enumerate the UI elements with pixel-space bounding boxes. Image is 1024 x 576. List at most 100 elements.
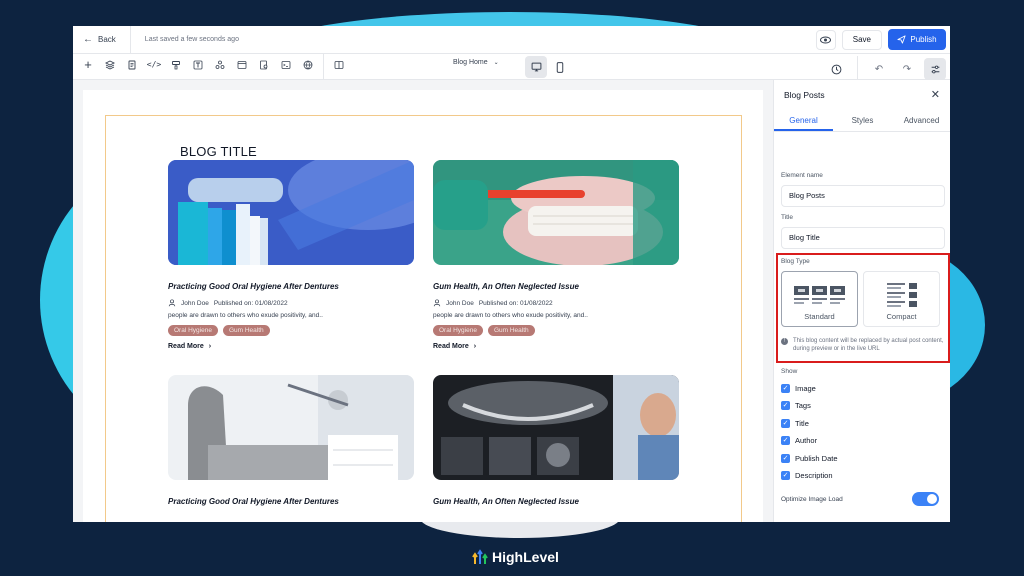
show-description-label: Description	[795, 471, 833, 480]
chevron-right-icon: ›	[208, 343, 212, 350]
show-publish-date-label: Publish Date	[795, 454, 838, 463]
clock-icon	[831, 64, 841, 74]
chevron-down-icon: ⌄	[493, 60, 499, 66]
blog-type-compact[interactable]: Compact	[863, 271, 940, 327]
show-author-checkbox[interactable]: ✓ Author	[781, 436, 817, 445]
blog-post-card[interactable]: Gum Health, An Often Neglected Issue	[433, 375, 681, 506]
post-date: Published on: 01/08/2022	[478, 299, 553, 307]
checkmark-icon: ✓	[781, 436, 790, 445]
settings-panel: Blog Posts ✕ General Styles Advanced Ele…	[773, 80, 950, 522]
element-name-input[interactable]: Blog Posts	[781, 185, 945, 207]
desktop-view-button[interactable]	[525, 56, 547, 78]
panel-title: Blog Posts	[784, 90, 825, 100]
globe-icon	[303, 60, 313, 69]
globe-button[interactable]	[297, 54, 319, 76]
read-more-link[interactable]: Read More ›	[168, 343, 416, 350]
show-publish-date-checkbox[interactable]: ✓ Publish Date	[781, 454, 838, 463]
divider	[323, 53, 324, 80]
post-meta: John Doe Published on: 01/08/2022	[168, 299, 416, 307]
tag-gum-health[interactable]: Gum Health	[222, 325, 270, 336]
code-button[interactable]: </>	[143, 54, 165, 76]
text-button[interactable]	[187, 54, 209, 76]
post-image	[433, 160, 679, 265]
highlevel-logo: HighLevel	[472, 549, 559, 565]
title-label: Title	[781, 214, 794, 221]
post-image	[168, 160, 414, 265]
tag-oral-hygiene[interactable]: Oral Hygiene	[433, 325, 483, 336]
tab-advanced[interactable]: Advanced	[892, 112, 950, 131]
post-description: people are drawn to others who exude pos…	[433, 312, 588, 319]
page-select[interactable]: Blog Home ⌄	[453, 59, 499, 66]
columns-icon	[334, 60, 344, 69]
tag-gum-health[interactable]: Gum Health	[487, 325, 535, 336]
add-element-button[interactable]: +	[77, 54, 99, 76]
settings-panel-button[interactable]	[924, 58, 946, 80]
publish-button[interactable]: Publish	[888, 29, 946, 50]
read-more-link[interactable]: Read More ›	[433, 343, 681, 350]
redo-button[interactable]: ↷	[896, 58, 918, 80]
show-description-checkbox[interactable]: ✓ Description	[781, 471, 833, 480]
section-button[interactable]	[231, 54, 253, 76]
blog-type-compact-label: Compact	[886, 312, 917, 321]
blog-post-card[interactable]: Gum Health, An Often Neglected Issue Joh…	[433, 160, 681, 350]
pages-button[interactable]	[121, 54, 143, 76]
blog-type-standard[interactable]: Standard	[781, 271, 858, 327]
blog-button[interactable]	[253, 54, 275, 76]
layers-button[interactable]	[99, 54, 121, 76]
phone-icon	[556, 61, 564, 73]
info-note: ! This blog content will be replaced by …	[781, 337, 946, 353]
eye-icon	[820, 36, 832, 43]
post-title[interactable]: Gum Health, An Often Neglected Issue	[433, 497, 681, 506]
post-author: John Doe	[181, 299, 209, 307]
terminal-button[interactable]	[275, 54, 297, 76]
show-image-checkbox[interactable]: ✓ Image	[781, 384, 816, 393]
save-button[interactable]: Save	[841, 29, 882, 50]
post-image	[433, 375, 679, 480]
post-title[interactable]: Practicing Good Oral Hygiene After Dentu…	[168, 282, 416, 291]
publish-label: Publish	[910, 35, 937, 44]
arrow-left-icon: ←	[83, 34, 93, 45]
back-label: Back	[98, 35, 116, 44]
close-panel-button[interactable]: ✕	[931, 88, 940, 101]
checkmark-icon: ✓	[781, 384, 790, 393]
history-button[interactable]	[825, 58, 847, 80]
blog-post-card[interactable]: Practicing Good Oral Hygiene After Dentu…	[168, 375, 416, 506]
read-more-label: Read More	[433, 343, 469, 350]
back-button[interactable]: ← Back	[83, 34, 116, 45]
mobile-view-button[interactable]	[549, 56, 571, 78]
split-view-button[interactable]	[328, 54, 350, 76]
show-tags-checkbox[interactable]: ✓ Tags	[781, 401, 811, 410]
preview-button[interactable]	[815, 29, 836, 50]
checkmark-icon: ✓	[781, 454, 790, 463]
window-icon	[237, 60, 247, 69]
redo-icon: ↷	[902, 63, 912, 75]
tag-oral-hygiene[interactable]: Oral Hygiene	[168, 325, 218, 336]
show-label: Show	[781, 368, 798, 375]
blog-posts-element[interactable]: BLOG TITLE Practicing Good Oral Hygiene …	[105, 115, 742, 522]
device-switcher	[525, 56, 571, 78]
undo-button[interactable]: ↶	[868, 58, 890, 80]
tab-styles[interactable]: Styles	[833, 112, 892, 131]
paint-button[interactable]	[165, 54, 187, 76]
post-title[interactable]: Practicing Good Oral Hygiene After Dentu…	[168, 497, 416, 506]
tab-general[interactable]: General	[774, 112, 833, 131]
blog-post-card[interactable]: Practicing Good Oral Hygiene After Dentu…	[168, 160, 416, 350]
save-status: Last saved a few seconds ago	[144, 36, 239, 43]
post-title[interactable]: Gum Health, An Often Neglected Issue	[433, 282, 681, 291]
document-search-icon	[260, 60, 268, 69]
page-select-value: Blog Home	[453, 59, 488, 66]
user-icon	[433, 299, 441, 307]
optimize-image-toggle[interactable]	[912, 492, 939, 506]
chevron-right-icon: ›	[473, 343, 477, 350]
grid-layout-icon	[793, 286, 845, 304]
show-title-checkbox[interactable]: ✓ Title	[781, 419, 809, 428]
logo-text: HighLevel	[492, 549, 559, 565]
show-author-label: Author	[795, 436, 818, 445]
layers-icon	[105, 59, 115, 70]
title-input[interactable]: Blog Title	[781, 227, 945, 249]
optimize-image-label: Optimize Image Load	[781, 496, 843, 503]
integrations-button[interactable]	[209, 54, 231, 76]
checkmark-icon: ✓	[781, 419, 790, 428]
blog-page: BLOG TITLE Practicing Good Oral Hygiene …	[83, 90, 763, 522]
blog-title: BLOG TITLE	[180, 144, 257, 159]
